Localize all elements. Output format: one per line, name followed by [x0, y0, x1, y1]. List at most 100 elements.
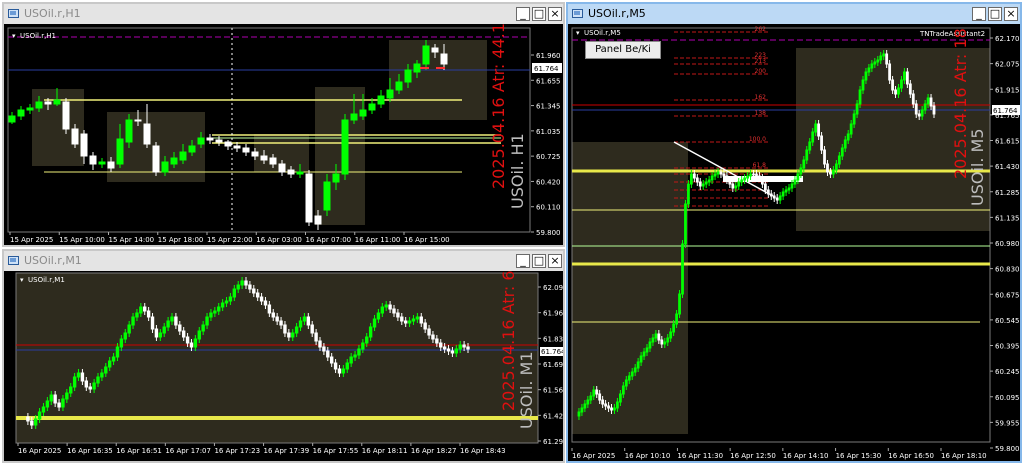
close-button[interactable]: ×: [548, 254, 562, 268]
bull-candle: [49, 394, 53, 402]
bull-candle: [900, 79, 903, 89]
bear-candle: [233, 145, 241, 149]
bull-candle: [41, 406, 46, 413]
panel-be-ki-button[interactable]: Panel Be/Ki: [585, 41, 661, 59]
bear-candle: [775, 197, 779, 201]
maximize-button[interactable]: □: [988, 7, 1002, 21]
bull-candle: [350, 113, 358, 121]
fib-level-label: 200: [755, 68, 767, 75]
bull-candle: [633, 367, 637, 373]
chart-symbol-label: USOil.r,M5: [584, 29, 621, 37]
bull-candle: [636, 361, 640, 369]
maximize-button[interactable]: □: [532, 254, 546, 268]
current-price-label: 61.764: [993, 107, 1018, 115]
fib-level-label: 100.0: [749, 136, 766, 143]
bull-candle: [710, 175, 714, 181]
bear-candle: [442, 346, 447, 350]
bull-candle: [687, 183, 690, 205]
time-tick-label: 16 Apr 17:07: [165, 447, 211, 455]
bull-candle: [713, 173, 717, 177]
atr-info: 2025.04.16 Atr: 44.1: [489, 24, 508, 189]
bull-candle: [228, 296, 233, 302]
price-tick-label: 60.545: [995, 317, 1020, 325]
m5-chart-area[interactable]: 262223213200162138100.061.8 ▾ USOil.r,M5…: [568, 24, 1020, 461]
bull-candle: [107, 360, 112, 368]
bear-candle: [752, 173, 755, 176]
bull-candle: [876, 59, 880, 63]
bull-candle: [296, 171, 304, 175]
bull-candle: [879, 55, 883, 61]
price-tick-label: 62.075: [995, 61, 1020, 69]
bull-candle: [740, 179, 744, 183]
window-titlebar[interactable]: USOil.r,H1 _ □ ×: [4, 4, 563, 24]
bear-candle: [427, 328, 431, 336]
bull-candle: [69, 386, 73, 394]
bear-candle: [728, 179, 732, 185]
bull-candle: [802, 159, 806, 169]
price-tick-label: 61.345: [536, 103, 561, 111]
price-tick-label: 61.830: [543, 335, 563, 343]
bear-candle: [400, 316, 404, 322]
bull-candle: [8, 115, 16, 123]
bull-candle: [386, 89, 394, 99]
bear-candle: [269, 157, 277, 165]
bear-candle: [306, 316, 311, 326]
bull-candle: [654, 333, 658, 339]
bear-candle: [322, 346, 326, 352]
bull-candle: [716, 171, 720, 175]
bear-candle: [692, 173, 696, 179]
bull-candle: [341, 368, 346, 374]
bull-candle: [746, 175, 750, 179]
bull-candle: [368, 326, 373, 338]
time-tick-label: 16 Apr 17:55: [313, 447, 359, 455]
bear-candle: [396, 312, 400, 318]
h1-chart-area[interactable]: ▾ USOil.r,H1 USOil. H1 2025.04.16 Atr: 4…: [4, 24, 563, 245]
bear-candle: [766, 189, 770, 195]
price-tick-label: 62.095: [543, 284, 563, 292]
zone: [572, 142, 688, 434]
bull-candle: [787, 187, 791, 191]
price-tick-label: 61.695: [543, 361, 563, 369]
bear-candle: [30, 420, 34, 426]
bull-candle: [832, 169, 835, 175]
chart-window-m1[interactable]: USOil.r,M1 _ □ × ▾ USOil.r,M1 USOil. M1 …: [2, 249, 565, 463]
bear-candle: [823, 149, 826, 165]
bull-candle: [26, 107, 34, 111]
fib-level-label: 262: [755, 26, 767, 33]
svg-text:▾: ▾: [20, 276, 24, 284]
bull-candle: [867, 67, 871, 73]
minimize-button[interactable]: _: [516, 7, 530, 21]
bull-candle: [205, 316, 209, 326]
window-titlebar[interactable]: USOil.r,M5 _ □ ×: [568, 4, 1020, 24]
bear-candle: [695, 177, 699, 183]
bull-candle: [840, 147, 844, 157]
maximize-button[interactable]: □: [532, 7, 546, 21]
bull-candle: [814, 123, 818, 133]
bear-candle: [143, 123, 151, 145]
bear-candle: [446, 348, 451, 352]
bear-candle: [698, 181, 702, 187]
bear-candle: [607, 405, 610, 409]
minimize-button[interactable]: _: [972, 7, 986, 21]
bull-candle: [111, 356, 116, 362]
chart-window-h1[interactable]: USOil.r,H1 _ □ × ▾ USOil.r,H1 USOil. H1 …: [2, 2, 565, 247]
close-button[interactable]: ×: [548, 7, 562, 21]
bull-candle: [669, 331, 673, 339]
bear-candle: [134, 119, 142, 122]
m1-chart-area[interactable]: ▾ USOil.r,M1 USOil. M1 2025.04.16 Atr: 6…: [4, 271, 563, 461]
window-titlebar[interactable]: USOil.r,M1 _ □ ×: [4, 251, 563, 271]
bear-candle: [439, 342, 443, 348]
bear-candle: [772, 195, 776, 199]
price-tick-label: 59.955: [995, 419, 1020, 427]
bear-candle: [450, 350, 455, 354]
minimize-button[interactable]: _: [516, 254, 530, 268]
bear-candle: [932, 105, 936, 115]
bull-candle: [384, 304, 388, 308]
close-button[interactable]: ×: [1004, 7, 1018, 21]
bull-candle: [361, 342, 365, 350]
bear-candle: [758, 175, 761, 179]
fib-level-label: 61.8: [753, 162, 767, 169]
chart-window-m5[interactable]: USOil.r,M5 _ □ × 262 223 213 200 162 138 100.0…: [566, 2, 1022, 463]
bull-candle: [323, 181, 331, 211]
time-tick-label: 15 Apr 10:00: [59, 236, 105, 244]
